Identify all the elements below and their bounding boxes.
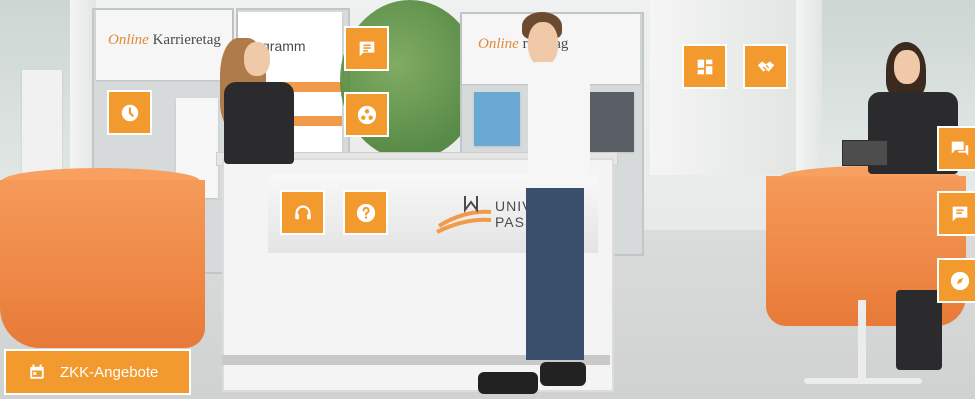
brochure-stand (22, 70, 62, 180)
tablet (842, 140, 888, 166)
question-icon (356, 203, 375, 222)
chat-bubbles-icon (951, 141, 968, 155)
chat-icon (952, 206, 967, 221)
virtual-booth-scene: Online Karrieretag gramm Online rieretag… (0, 0, 975, 399)
poster-left-title: Karrieretag (152, 32, 221, 48)
handshake-hotspot-button[interactable] (743, 44, 788, 89)
group-icon (357, 105, 376, 124)
handshake-icon (757, 61, 774, 72)
table-right-leg (858, 300, 866, 380)
headset-icon (294, 204, 311, 219)
zkk-angebote-label: ZKK-Angebote (60, 363, 159, 381)
poster-right-script: Online (478, 36, 519, 52)
zkk-angebote-button[interactable]: ZKK-Angebote (4, 349, 191, 395)
question-hotspot-button[interactable] (343, 190, 388, 235)
pillar-right (796, 0, 822, 180)
dashboard-icon (697, 59, 712, 74)
headset-hotspot-button[interactable] (280, 190, 325, 235)
table-left-cloth (0, 180, 205, 348)
university-logo-mark (436, 196, 492, 234)
chat-lines-hotspot-button[interactable] (344, 26, 389, 71)
compass-icon (950, 271, 969, 290)
chat-lines-icon (359, 41, 374, 56)
compass-hotspot-button[interactable] (937, 258, 975, 303)
calendar-icon (30, 364, 44, 379)
poster-left-script: Online (108, 32, 149, 48)
clock-hotspot-button[interactable] (107, 90, 152, 135)
poster-right-image-1 (474, 92, 520, 146)
table-right-foot (804, 378, 922, 384)
group-hotspot-button[interactable] (344, 92, 389, 137)
poster-left: Online Karrieretag (96, 10, 232, 80)
dashboard-hotspot-button[interactable] (682, 44, 727, 89)
chat-hotspot-button[interactable] (937, 191, 975, 236)
chat-bubbles-hotspot-button[interactable] (937, 126, 975, 171)
clock-icon (121, 104, 138, 121)
